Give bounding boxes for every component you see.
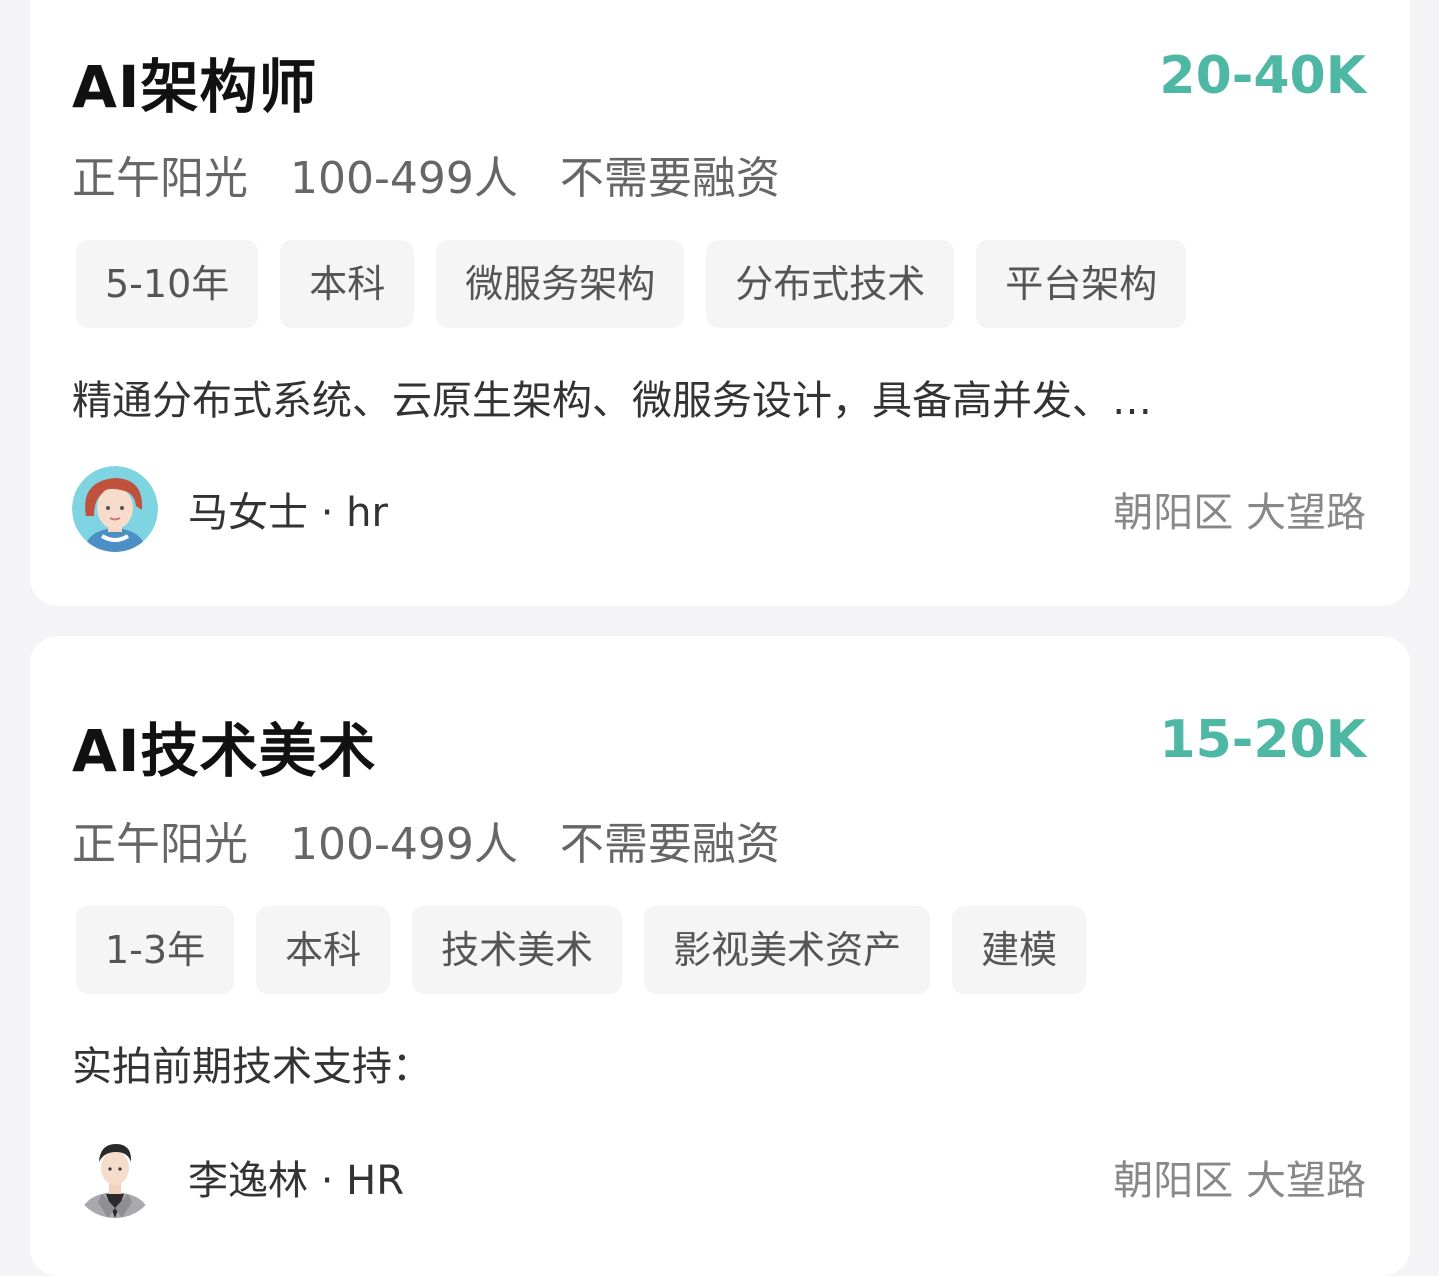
tag-experience: 1-3年 — [76, 906, 235, 994]
job-title: AI技术美术 — [72, 717, 377, 785]
company-info: 正午阳光 100-499人 不需要融资 — [72, 808, 780, 872]
company-name: 正午阳光 — [72, 819, 248, 870]
company-size: 100-499人 — [290, 153, 518, 204]
job-description: 精通分布式系统、云原生架构、微服务设计，具备高并发、… — [72, 378, 1152, 424]
tag-experience: 5-10年 — [76, 240, 259, 328]
company-info: 正午阳光 100-499人 不需要融资 — [72, 142, 780, 206]
salary: 15-20K — [1159, 710, 1366, 770]
recruiter-name: 马女士 · hr — [188, 490, 388, 536]
company-size: 100-499人 — [290, 819, 518, 870]
tag-list: 5-10年 本科 微服务架构 分布式技术 平台架构 — [76, 240, 1208, 328]
tag-list: 1-3年 本科 技术美术 影视美术资产 建模 — [76, 906, 1108, 994]
tag-education: 本科 — [256, 906, 391, 994]
salary: 20-40K — [1159, 46, 1366, 106]
tag-skill: 技术美术 — [412, 906, 623, 994]
job-title: AI架构师 — [72, 53, 318, 121]
job-description: 实拍前期技术支持： — [72, 1044, 432, 1090]
recruiter-name: 李逸林 · HR — [188, 1158, 405, 1204]
funding-stage: 不需要融资 — [559, 153, 780, 204]
job-card[interactable]: AI技术美术 15-20K 正午阳光 100-499人 不需要融资 1-3年 本… — [30, 636, 1410, 1276]
tag-skill: 微服务架构 — [436, 240, 685, 328]
job-location: 朝阳区 大望路 — [1113, 1158, 1366, 1204]
tag-skill: 分布式技术 — [706, 240, 955, 328]
tag-skill: 平台架构 — [976, 240, 1187, 328]
funding-stage: 不需要融资 — [559, 819, 780, 870]
tag-education: 本科 — [280, 240, 415, 328]
male-avatar-icon — [72, 1132, 158, 1218]
female-avatar-icon — [72, 466, 158, 552]
job-card[interactable]: AI架构师 20-40K 正午阳光 100-499人 不需要融资 5-10年 本… — [30, 0, 1410, 606]
company-name: 正午阳光 — [72, 153, 248, 204]
tag-skill: 影视美术资产 — [644, 906, 931, 994]
job-location: 朝阳区 大望路 — [1113, 490, 1366, 536]
tag-skill: 建模 — [952, 906, 1087, 994]
